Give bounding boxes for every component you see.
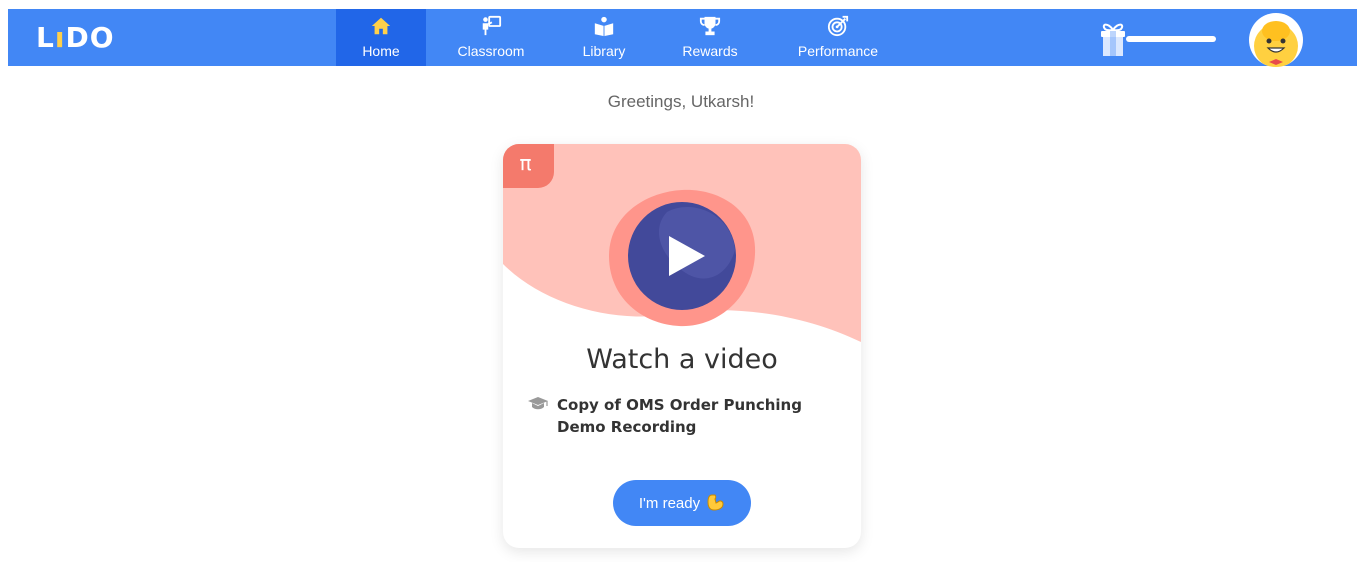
smiley-avatar-icon: [1254, 21, 1298, 67]
play-button[interactable]: [607, 188, 757, 328]
nav-performance-label: Performance: [797, 43, 879, 59]
card-title: Watch a video: [586, 344, 778, 375]
lesson-card: π Watch a video Copy of OMS Order Punchi…: [503, 144, 861, 548]
nav-library[interactable]: Library: [564, 9, 644, 66]
lido-logo[interactable]: LıDO: [36, 23, 115, 53]
nav-home[interactable]: Home: [336, 9, 426, 66]
nav-rewards[interactable]: Rewards: [668, 9, 752, 66]
subject-badge: π: [503, 144, 554, 188]
nav-classroom[interactable]: Classroom: [442, 9, 540, 66]
home-icon: [371, 17, 391, 35]
reward-progress-fill: [1126, 36, 1216, 42]
user-avatar[interactable]: [1249, 13, 1303, 67]
lesson-info: Copy of OMS Order Punching Demo Recordin…: [527, 394, 827, 438]
reward-progress-bar: [1126, 36, 1216, 42]
nav-home-label: Home: [362, 43, 400, 59]
nav-library-label: Library: [582, 43, 626, 59]
im-ready-button[interactable]: I'm ready: [613, 480, 751, 526]
trophy-icon: [699, 16, 721, 36]
target-icon: [827, 15, 849, 37]
classroom-icon: [482, 15, 502, 36]
im-ready-label: I'm ready: [638, 494, 701, 512]
gift-icon[interactable]: [1098, 21, 1128, 57]
library-icon: [594, 16, 614, 37]
lesson-name: Copy of OMS Order Punching Demo Recordin…: [557, 396, 802, 436]
top-navbar: LıDO Home Classroom Library Rewards Perf…: [8, 9, 1357, 67]
flexed-biceps-icon: [707, 494, 724, 511]
nav-rewards-label: Rewards: [682, 43, 738, 59]
greeting-text: Greetings, Utkarsh!: [607, 92, 755, 111]
nav-classroom-label: Classroom: [457, 43, 525, 59]
graduation-cap-icon: [528, 397, 548, 410]
nav-performance[interactable]: Performance: [782, 9, 894, 66]
